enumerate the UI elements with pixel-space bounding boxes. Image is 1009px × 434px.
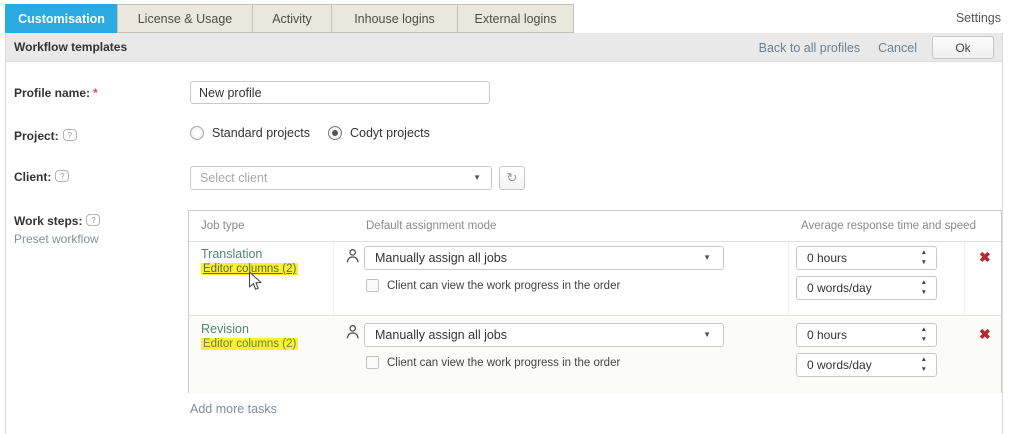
spinner-up-icon[interactable]: ▲	[921, 325, 927, 335]
client-select-placeholder: Select client	[200, 167, 267, 189]
client-view-checkbox-row: Client can view the work progress in the…	[366, 356, 620, 369]
hours-spinner[interactable]: 0 hours ▲▼	[796, 246, 937, 270]
required-asterisk: *	[93, 86, 98, 100]
project-label: Project:?	[14, 129, 77, 143]
refresh-icon: ↻	[507, 170, 518, 185]
profile-name-input[interactable]	[190, 81, 490, 104]
tab-license-usage[interactable]: License & Usage	[117, 4, 253, 33]
assignment-mode-select[interactable]: Manually assign all jobs ▼	[364, 323, 724, 347]
help-icon[interactable]: ?	[86, 214, 100, 226]
project-radio-group: Standard projects Codyt projects	[190, 126, 448, 140]
spinner-down-icon[interactable]: ▼	[921, 365, 927, 375]
client-view-checkbox-row: Client can view the work progress in the…	[366, 279, 620, 292]
person-icon[interactable]	[345, 324, 360, 345]
table-header-row: Job type Default assignment mode Average…	[189, 211, 1001, 242]
assignment-mode-select[interactable]: Manually assign all jobs ▼	[364, 246, 724, 270]
help-icon[interactable]: ?	[63, 129, 77, 141]
chevron-down-icon: ▼	[703, 324, 711, 346]
spinner-down-icon[interactable]: ▼	[921, 258, 927, 268]
spinner-up-icon[interactable]: ▲	[921, 248, 927, 258]
standard-projects-label[interactable]: Standard projects	[212, 126, 310, 140]
chevron-down-icon: ▼	[703, 247, 711, 269]
client-label-text: Client:	[14, 170, 51, 184]
refresh-client-button[interactable]: ↻	[499, 166, 525, 190]
project-label-text: Project:	[14, 129, 59, 143]
cancel-link[interactable]: Cancel	[878, 41, 917, 55]
client-view-checkbox-label[interactable]: Client can view the work progress in the…	[387, 357, 620, 369]
delete-row-icon[interactable]: ✖	[979, 326, 991, 343]
section-header: Workflow templates Back to all profiles …	[5, 33, 1003, 62]
profile-name-label-text: Profile name:	[14, 86, 90, 100]
tab-external-logins[interactable]: External logins	[457, 4, 574, 33]
hours-spinner[interactable]: 0 hours ▲▼	[796, 323, 937, 347]
table-row-revision: Revision Editor columns (2) Manually ass…	[189, 315, 1001, 394]
panel-right-border	[1002, 33, 1003, 434]
col-header-response: Average response time and speed	[801, 211, 976, 242]
tab-activity[interactable]: Activity	[252, 4, 332, 33]
work-steps-label: Work steps:?	[14, 214, 100, 228]
client-select[interactable]: Select client ▼	[190, 166, 492, 190]
client-view-checkbox-label[interactable]: Client can view the work progress in the…	[387, 280, 620, 292]
codyt-projects-label[interactable]: Codyt projects	[350, 126, 430, 140]
editor-columns-link[interactable]: Editor columns (2)	[201, 263, 298, 275]
assignment-mode-value: Manually assign all jobs	[375, 247, 507, 269]
settings-label: Settings	[956, 11, 1001, 25]
assignment-mode-value: Manually assign all jobs	[375, 324, 507, 346]
header-actions: Back to all profiles Cancel Ok	[741, 33, 994, 62]
chevron-down-icon: ▼	[473, 167, 481, 189]
speed-spinner[interactable]: 0 words/day ▲▼	[796, 276, 937, 300]
tab-bar: Customisation License & Usage Activity I…	[5, 4, 574, 33]
help-icon[interactable]: ?	[55, 170, 69, 182]
client-view-checkbox[interactable]	[366, 356, 379, 369]
person-icon[interactable]	[345, 248, 360, 269]
spinner-down-icon[interactable]: ▼	[921, 335, 927, 345]
page-title: Workflow templates	[14, 33, 127, 62]
speed-spinner[interactable]: 0 words/day ▲▼	[796, 353, 937, 377]
speed-value: 0 words/day	[807, 277, 872, 299]
table-row-translation: Translation Editor columns (2) Manually …	[189, 242, 1001, 315]
spinner-up-icon[interactable]: ▲	[921, 278, 927, 288]
client-label: Client:?	[14, 170, 69, 184]
preset-workflow-link[interactable]: Preset workflow	[14, 232, 99, 246]
panel-left-border	[5, 33, 6, 434]
work-steps-label-text: Work steps:	[14, 214, 82, 228]
standard-projects-radio[interactable]	[190, 126, 204, 140]
spinner-up-icon[interactable]: ▲	[921, 355, 927, 365]
col-header-job-type: Job type	[201, 211, 244, 242]
profile-name-label: Profile name:*	[14, 86, 98, 100]
tab-customisation[interactable]: Customisation	[5, 4, 118, 33]
hours-value: 0 hours	[807, 324, 847, 346]
codyt-projects-radio[interactable]	[328, 126, 342, 140]
settings-page: Customisation License & Usage Activity I…	[0, 0, 1009, 434]
hours-value: 0 hours	[807, 247, 847, 269]
ok-button[interactable]: Ok	[932, 36, 994, 59]
job-type-name: Revision	[201, 322, 249, 336]
speed-value: 0 words/day	[807, 354, 872, 376]
col-header-assignment: Default assignment mode	[366, 211, 496, 242]
job-type-name: Translation	[201, 247, 262, 261]
back-to-all-profiles-link[interactable]: Back to all profiles	[759, 41, 860, 55]
delete-row-icon[interactable]: ✖	[979, 249, 991, 266]
work-steps-table: Job type Default assignment mode Average…	[188, 210, 1002, 393]
add-more-tasks-link[interactable]: Add more tasks	[190, 402, 277, 416]
client-view-checkbox[interactable]	[366, 279, 379, 292]
spinner-down-icon[interactable]: ▼	[921, 288, 927, 298]
tab-inhouse-logins[interactable]: Inhouse logins	[331, 4, 458, 33]
editor-columns-link[interactable]: Editor columns (2)	[201, 338, 298, 350]
